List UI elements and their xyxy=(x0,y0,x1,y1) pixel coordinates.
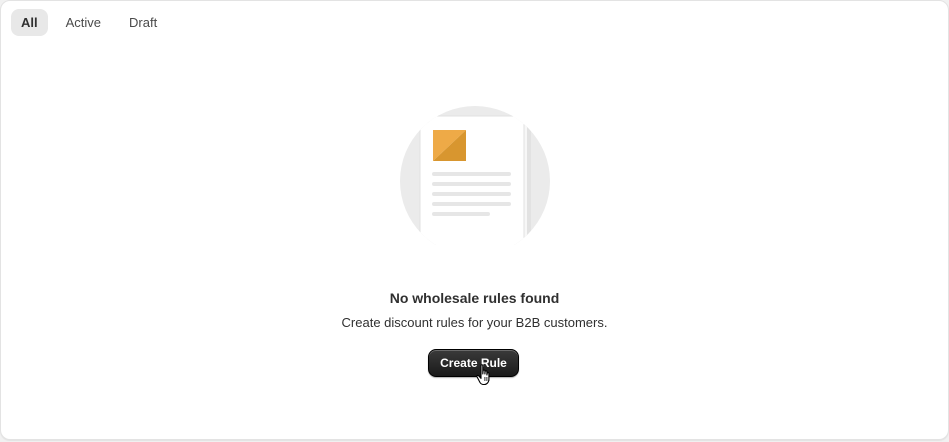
filter-tabs: All Active Draft xyxy=(11,9,167,36)
document-icon xyxy=(400,106,550,256)
rules-card: All Active Draft No wholesale rules foun… xyxy=(0,0,949,440)
tab-all[interactable]: All xyxy=(11,9,48,36)
hand-pointer-icon xyxy=(476,364,490,386)
empty-state-description: Create discount rules for your B2B custo… xyxy=(341,315,608,330)
create-rule-button[interactable]: Create Rule xyxy=(428,349,519,377)
tab-active[interactable]: Active xyxy=(56,9,111,36)
tab-draft[interactable]: Draft xyxy=(119,9,167,36)
empty-state-title: No wholesale rules found xyxy=(389,290,560,306)
empty-state-illustration xyxy=(399,105,551,256)
